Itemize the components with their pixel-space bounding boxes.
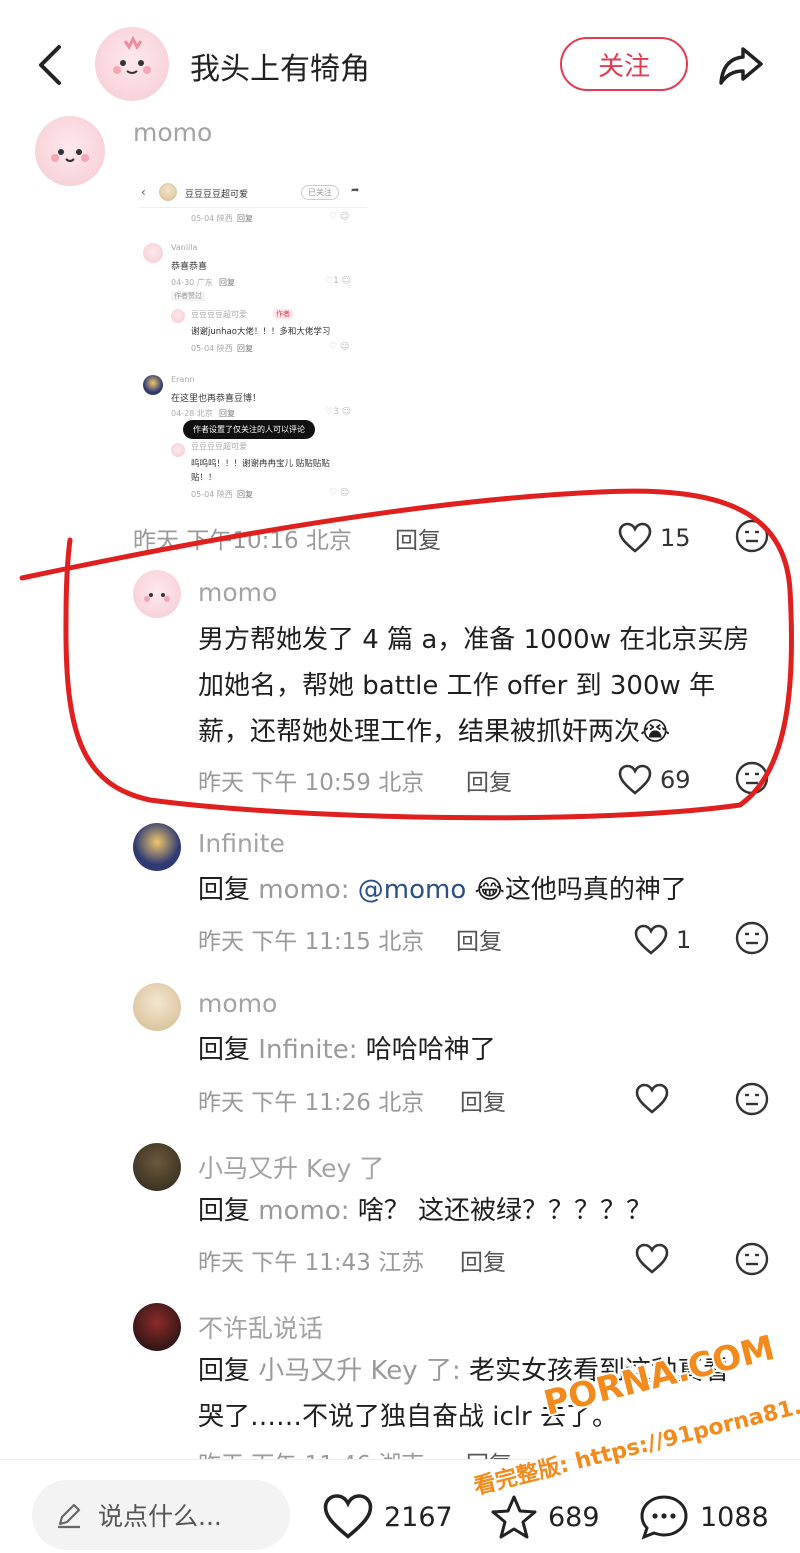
comment-author[interactable]: momo [133, 118, 212, 147]
comment-text: 啥？ 这还被绿？？？？？ [357, 1196, 653, 1226]
comment-text: 这他吗真的神了 [504, 875, 687, 905]
embedded-followed: 已关注 [301, 185, 339, 200]
embedded-meta: 05-04 陕西 [191, 344, 233, 353]
comment-avatar[interactable] [35, 116, 105, 186]
comment-text: 哈哈哈神了 [365, 1035, 496, 1065]
embedded-text: 恭喜恭喜 [171, 262, 208, 272]
reply-prefix: 回复 [198, 1035, 251, 1065]
like-button[interactable] [634, 1081, 670, 1117]
chevron-left-icon [39, 45, 61, 85]
like-button[interactable] [634, 1241, 670, 1277]
pencil-icon [58, 1503, 81, 1529]
share-button[interactable] [714, 40, 768, 90]
post-like-button[interactable]: 2167 [322, 1492, 462, 1542]
embedded-reply: 回复 [219, 278, 235, 287]
embedded-text: 呜呜呜！！！谢谢冉冉宝儿 贴贴贴贴 [191, 459, 330, 469]
reply-button[interactable]: 回复 [456, 922, 502, 956]
embedded-reply: 回复 [237, 214, 253, 223]
post-star-button[interactable]: 689 [490, 1492, 620, 1542]
emoji-icon: 😂 [474, 875, 505, 905]
embedded-likes: 1 [333, 276, 339, 286]
follow-button-label: 关注 [597, 51, 650, 82]
like-count: 1 [676, 926, 692, 954]
embedded-meta: 04-28 北京 [171, 409, 213, 418]
embedded-toast: 作者设置了仅关注的人可以评论 [183, 420, 315, 439]
emoji-icon [735, 921, 769, 955]
reply-button[interactable]: 回复 [460, 1243, 506, 1277]
post-comment-button[interactable]: 1088 [638, 1492, 788, 1542]
reply-target[interactable]: Infinite [258, 1035, 348, 1065]
comment-meta: 昨天 下午 11:15 北京 [198, 929, 425, 955]
heart-icon [634, 924, 668, 955]
emoji-button[interactable] [734, 1241, 770, 1277]
reply-target[interactable]: momo [258, 1196, 340, 1226]
embedded-name: Erann [171, 375, 195, 384]
embedded-tag: 作者 [273, 309, 293, 319]
comment-input[interactable]: 说点什么... [32, 1480, 290, 1550]
emoji-button[interactable] [734, 1081, 770, 1117]
embedded-meta: 04-30 广东 [171, 278, 213, 287]
author-name[interactable]: 我头上有犄角 [190, 44, 370, 88]
comment-avatar[interactable] [133, 823, 181, 871]
red-circle-annotation [19, 488, 795, 821]
embedded-text: 谢谢junhao大佬！！！多和大佬学习 [191, 327, 331, 337]
comment-meta: 昨天 下午 11:43 江苏 [198, 1250, 425, 1276]
embedded-reply: 回复 [219, 409, 235, 418]
comment-author[interactable]: 不许乱说话 [198, 1309, 323, 1345]
embedded-title: 豆豆豆豆超可爱 [185, 190, 249, 200]
embedded-meta: 05-04 陕西 [191, 214, 233, 223]
emoji-button[interactable] [734, 920, 770, 956]
reply-prefix: 回复 [198, 875, 251, 905]
heart-icon [323, 1494, 373, 1539]
emoji-icon [735, 1082, 769, 1116]
comment-author[interactable]: Infinite [198, 829, 285, 858]
embedded-reply: 回复 [237, 344, 253, 353]
reply-button[interactable]: 回复 [460, 1083, 506, 1117]
bottom-bar: 说点什么... 2167 689 1088 [0, 1460, 800, 1553]
like-button[interactable]: 1 [634, 920, 714, 960]
embedded-text: 在这里也再恭喜豆博！ [171, 394, 262, 404]
reply-prefix: 回复 [198, 1356, 251, 1386]
comment-avatar[interactable] [133, 983, 181, 1031]
back-button[interactable] [28, 40, 72, 90]
comment-meta: 昨天 下午 11:26 北京 [198, 1090, 425, 1116]
comment-text-line: 回复 momo: 啥？ 这还被绿？？？？？ [198, 1196, 653, 1226]
comment-text-line: 回复 momo: @momo 😂这他吗真的神了 [198, 875, 687, 905]
reply-prefix: 回复 [198, 1196, 251, 1226]
heart-icon [635, 1243, 669, 1274]
comment-author[interactable]: 小马又升 Key 了 [198, 1149, 384, 1185]
embedded-name: 豆豆豆豆超可爱 [191, 310, 247, 319]
mention-link[interactable]: @momo [358, 875, 466, 905]
comment-image[interactable]: ‹ 豆豆豆豆超可爱 已关注 ➦ 05-04 陕西 回复 ♡ ☺ Vanilla … [133, 175, 373, 505]
follow-button[interactable]: 关注 [560, 37, 688, 91]
embedded-name: Vanilla [171, 243, 198, 252]
author-avatar[interactable] [95, 27, 169, 101]
embedded-badge: 作者赞过 [171, 291, 205, 301]
comment-text-line: 回复 Infinite: 哈哈哈神了 [198, 1035, 496, 1065]
embedded-name: 豆豆豆豆超可爱 [191, 442, 247, 451]
comment-bubble-icon [640, 1495, 688, 1540]
comment-avatar[interactable] [133, 1143, 181, 1191]
embedded-likes: 3 [333, 407, 339, 417]
comment-avatar[interactable] [133, 1303, 181, 1351]
post-star-count: 689 [548, 1501, 600, 1533]
emoji-icon [735, 1242, 769, 1276]
reply-target[interactable]: momo [258, 875, 340, 905]
heart-icon [635, 1083, 669, 1114]
comment-input-placeholder: 说点什么... [98, 1502, 222, 1531]
share-icon [719, 47, 763, 85]
comment-author[interactable]: momo [198, 989, 277, 1018]
star-icon [491, 1495, 537, 1539]
post-like-count: 2167 [384, 1501, 453, 1533]
post-comment-count: 1088 [700, 1501, 769, 1533]
reply-target[interactable]: 小马又升 Key 了 [258, 1356, 452, 1386]
